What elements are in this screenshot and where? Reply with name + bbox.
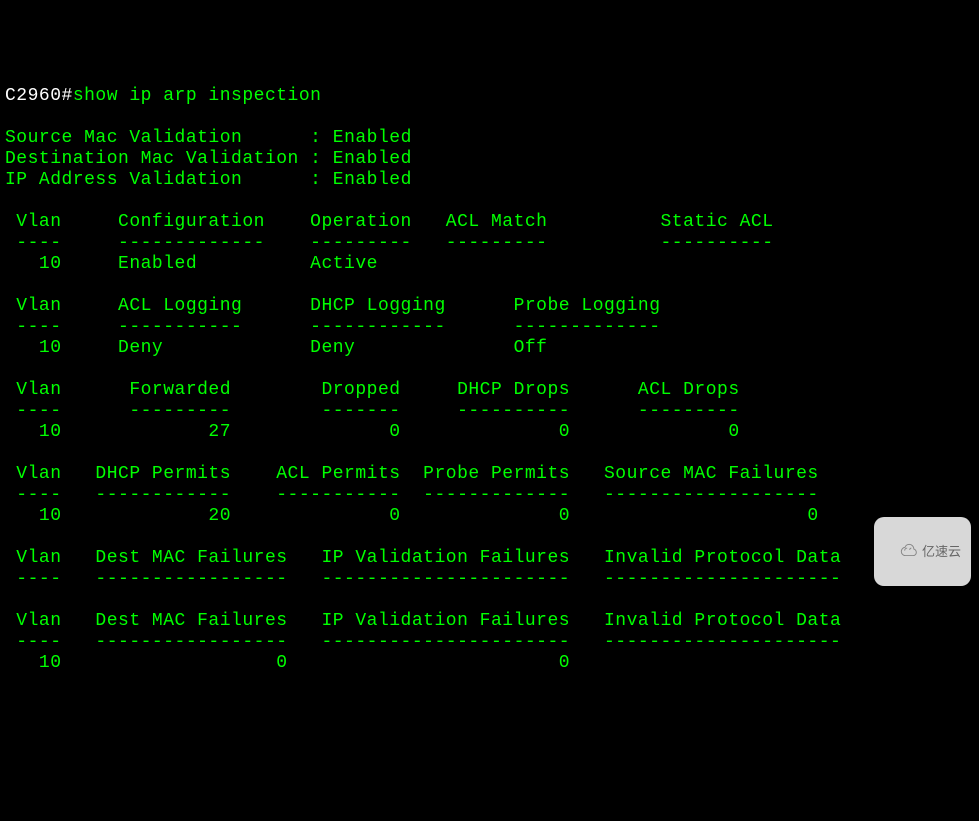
table3-row: 10 27 0 0 0: [5, 422, 740, 442]
table3-header: Vlan Forwarded Dropped DHCP Drops ACL Dr…: [5, 380, 740, 400]
dst-mac-validation-label: Destination Mac Validation :: [5, 149, 333, 169]
terminal-output: C2960#show ip arp inspection Source Mac …: [5, 86, 974, 674]
cloud-icon: [884, 520, 918, 583]
table6-header: Vlan Dest MAC Failures IP Validation Fai…: [5, 611, 841, 631]
table6-separator: ---- ----------------- -----------------…: [5, 632, 841, 652]
table4-separator: ---- ------------ ----------- ----------…: [5, 485, 819, 505]
dst-mac-validation-value: Enabled: [333, 149, 412, 169]
watermark-badge: 亿速云: [874, 517, 971, 586]
src-mac-validation-value: Enabled: [333, 128, 412, 148]
table5-separator: ---- ----------------- -----------------…: [5, 569, 841, 589]
table5-header: Vlan Dest MAC Failures IP Validation Fai…: [5, 548, 841, 568]
table2-header: Vlan ACL Logging DHCP Logging Probe Logg…: [5, 296, 661, 316]
table1-header: Vlan Configuration Operation ACL Match S…: [5, 212, 774, 232]
ip-addr-validation-label: IP Address Validation :: [5, 170, 333, 190]
command-text: show ip arp inspection: [73, 86, 322, 106]
watermark-text: 亿速云: [922, 541, 961, 562]
table2-row: 10 Deny Deny Off: [5, 338, 547, 358]
table2-separator: ---- ----------- ------------ ----------…: [5, 317, 661, 337]
ip-addr-validation-value: Enabled: [333, 170, 412, 190]
table1-separator: ---- ------------- --------- --------- -…: [5, 233, 774, 253]
table4-header: Vlan DHCP Permits ACL Permits Probe Perm…: [5, 464, 819, 484]
table1-row: 10 Enabled Active: [5, 254, 378, 274]
table4-row: 10 20 0 0 0: [5, 506, 819, 526]
table6-row: 10 0 0: [5, 653, 570, 673]
table3-separator: ---- --------- ------- ---------- ------…: [5, 401, 740, 421]
src-mac-validation-label: Source Mac Validation :: [5, 128, 333, 148]
device-prompt: C2960#: [5, 86, 73, 106]
